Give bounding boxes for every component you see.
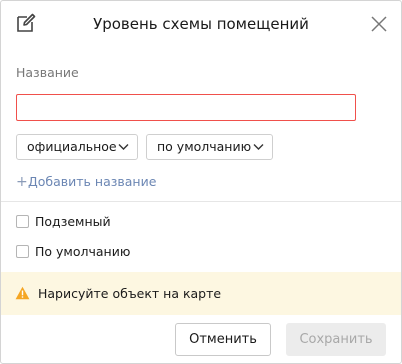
name-language-select[interactable]: по умолчанию [146, 134, 273, 160]
underground-label: Подземный [35, 214, 111, 229]
checkbox-box[interactable] [16, 215, 29, 228]
name-type-value: официальное [27, 139, 117, 154]
name-type-select[interactable]: официальное [16, 134, 138, 160]
cancel-button[interactable]: Отменить [175, 323, 271, 356]
add-name-link[interactable]: +Добавить название [16, 173, 156, 191]
divider [1, 201, 401, 202]
warning-text: Нарисуйте объект на карте [38, 286, 222, 301]
add-name-label: Добавить название [28, 174, 157, 189]
save-button[interactable]: Сохранить [286, 323, 386, 356]
level-dialog: Уровень схемы помещений Название официал… [0, 0, 402, 364]
chevron-down-icon [118, 144, 129, 150]
name-input[interactable] [16, 94, 356, 121]
name-language-value: по умолчанию [157, 139, 252, 154]
plus-icon: + [16, 174, 28, 190]
warning-banner: Нарисуйте объект на карте [1, 272, 401, 315]
warning-icon [15, 286, 30, 300]
dialog-header: Уровень схемы помещений [1, 1, 401, 47]
default-label: По умолчанию [35, 244, 131, 259]
close-icon[interactable] [369, 14, 389, 34]
edit-icon [17, 13, 36, 32]
chevron-down-icon [253, 144, 264, 150]
checkbox-box[interactable] [16, 245, 29, 258]
dialog-title: Уровень схемы помещений [93, 15, 309, 33]
name-label: Название [16, 65, 79, 80]
